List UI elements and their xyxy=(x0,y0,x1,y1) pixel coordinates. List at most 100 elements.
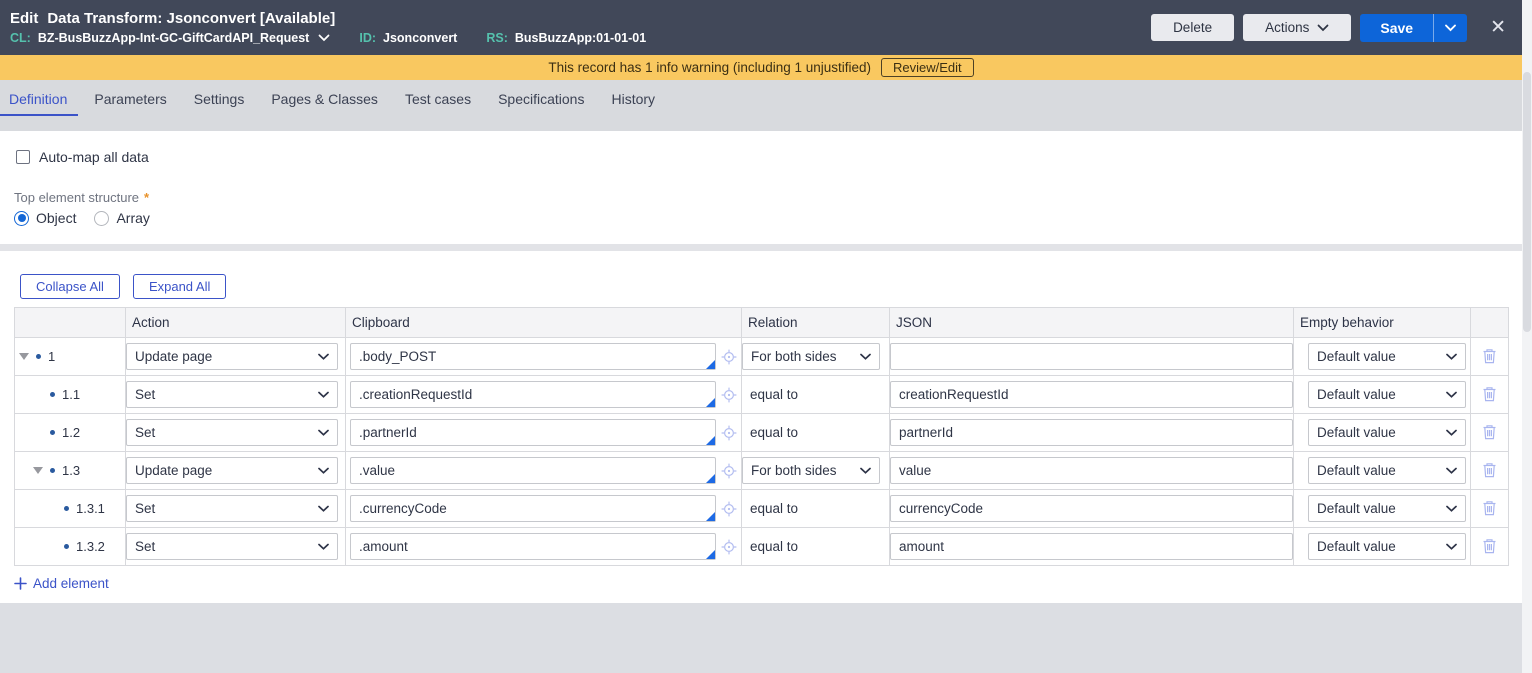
empty-behavior-select[interactable]: Default value xyxy=(1308,381,1466,408)
target-icon[interactable] xyxy=(720,500,738,518)
radio-option-array[interactable]: Array xyxy=(94,210,150,226)
target-icon[interactable] xyxy=(720,462,738,480)
action-select-wrap: Set xyxy=(126,495,338,522)
expander-triangle-icon[interactable] xyxy=(33,467,43,474)
relation-select[interactable]: For both sides xyxy=(742,343,880,370)
bullet-icon xyxy=(50,392,55,397)
json-cell xyxy=(889,489,1294,528)
empty-behavior-select[interactable]: Default value xyxy=(1308,533,1466,560)
delete-row-button[interactable] xyxy=(1479,345,1500,367)
row-number: 1 xyxy=(48,349,56,364)
json-input[interactable] xyxy=(890,495,1293,522)
delete-row-button[interactable] xyxy=(1479,535,1500,557)
clipboard-input-wrap xyxy=(350,457,716,484)
relation-select[interactable]: For both sides xyxy=(742,457,880,484)
clipboard-input[interactable] xyxy=(350,495,716,522)
json-input[interactable] xyxy=(890,533,1293,560)
action-select[interactable]: Update page xyxy=(126,343,338,370)
tab-history[interactable]: History xyxy=(610,89,656,116)
vertical-scrollbar[interactable] xyxy=(1522,0,1532,673)
tree-cell: 1.3.2 xyxy=(14,527,126,566)
tab-settings[interactable]: Settings xyxy=(193,89,246,116)
action-select[interactable]: Update page xyxy=(126,457,338,484)
save-split-button: Save xyxy=(1360,13,1468,42)
expand-all-button[interactable]: Expand All xyxy=(132,274,227,299)
delete-row-button[interactable] xyxy=(1479,383,1500,405)
target-icon[interactable] xyxy=(720,424,738,442)
clipboard-input[interactable] xyxy=(350,381,716,408)
clipboard-cell xyxy=(345,489,742,528)
header-bar: Edit Data Transform: Jsonconvert [Availa… xyxy=(0,0,1522,55)
required-asterisk-icon: * xyxy=(144,190,150,205)
tab-parameters[interactable]: Parameters xyxy=(93,89,167,116)
radio-object-icon[interactable] xyxy=(14,210,29,226)
action-select[interactable]: Set xyxy=(126,533,338,560)
tab-test-cases[interactable]: Test cases xyxy=(404,89,472,116)
id-label: ID: xyxy=(359,31,377,45)
tree-wrap: 1.3 xyxy=(15,463,125,478)
tabs: Definition Parameters Settings Pages & Clas… xyxy=(0,80,1522,116)
expander-triangle-icon[interactable] xyxy=(19,353,29,360)
target-icon[interactable] xyxy=(720,538,738,556)
delete-row-button[interactable] xyxy=(1479,459,1500,481)
tab-specifications[interactable]: Specifications xyxy=(497,89,585,116)
target-icon[interactable] xyxy=(720,348,738,366)
json-cell xyxy=(889,527,1294,566)
tab-definition[interactable]: Definition xyxy=(0,89,79,116)
clipboard-cell xyxy=(345,413,742,452)
close-icon[interactable]: ✕ xyxy=(1486,16,1510,39)
warning-banner: This record has 1 info warning (includin… xyxy=(0,55,1522,80)
empty-behavior-select[interactable]: Default value xyxy=(1308,495,1466,522)
clipboard-input[interactable] xyxy=(350,457,716,484)
json-cell xyxy=(889,451,1294,490)
radio-object-label: Object xyxy=(36,210,77,226)
empty-behavior-select[interactable]: Default value xyxy=(1308,419,1466,446)
relation-select-wrap: For both sides xyxy=(742,343,880,370)
action-cell: Update page xyxy=(125,451,346,490)
row-number: 1.3.2 xyxy=(76,539,105,554)
save-options-button[interactable] xyxy=(1433,13,1467,42)
clipboard-field-group xyxy=(346,533,741,560)
tree-wrap: 1.1 xyxy=(15,387,125,402)
radio-array-label: Array xyxy=(116,210,150,226)
review-edit-button[interactable]: Review/Edit xyxy=(881,58,974,77)
empty-behavior-select[interactable]: Default value xyxy=(1308,457,1466,484)
clipboard-input[interactable] xyxy=(350,533,716,560)
clipboard-input[interactable] xyxy=(350,343,716,370)
delete-row-cell xyxy=(1470,375,1509,414)
save-button[interactable]: Save xyxy=(1360,14,1433,42)
radio-array-icon[interactable] xyxy=(94,210,110,226)
action-select[interactable]: Set xyxy=(126,419,338,446)
clipboard-field-group xyxy=(346,419,741,446)
empty-behavior-select[interactable]: Default value xyxy=(1308,343,1466,370)
action-select[interactable]: Set xyxy=(126,495,338,522)
definition-panel: Auto-map all data Top element structure … xyxy=(0,131,1522,603)
collapse-all-button[interactable]: Collapse All xyxy=(20,274,120,299)
automap-checkbox[interactable] xyxy=(16,150,30,164)
action-select[interactable]: Set xyxy=(126,381,338,408)
action-select-wrap: Set xyxy=(126,381,338,408)
delete-row-button[interactable] xyxy=(1479,421,1500,443)
empty-behavior-cell: Default value xyxy=(1293,375,1471,414)
radio-option-object[interactable]: Object xyxy=(14,210,76,226)
clipboard-cell xyxy=(345,527,742,566)
scrollbar-thumb[interactable] xyxy=(1523,72,1531,332)
tab-pages-classes[interactable]: Pages & Classes xyxy=(270,89,379,116)
delete-row-cell xyxy=(1470,451,1509,490)
json-input[interactable] xyxy=(890,343,1293,370)
bullet-icon xyxy=(64,544,69,549)
row-number: 1.3.1 xyxy=(76,501,105,516)
clipboard-input[interactable] xyxy=(350,419,716,446)
clipboard-field-group xyxy=(346,381,741,408)
json-input[interactable] xyxy=(890,381,1293,408)
delete-button[interactable]: Delete xyxy=(1151,14,1235,41)
chevron-down-icon[interactable] xyxy=(318,34,330,42)
json-input[interactable] xyxy=(890,457,1293,484)
delete-row-button[interactable] xyxy=(1479,497,1500,519)
json-input[interactable] xyxy=(890,419,1293,446)
trash-icon xyxy=(1483,387,1496,402)
target-icon[interactable] xyxy=(720,386,738,404)
actions-button[interactable]: Actions xyxy=(1243,14,1352,41)
add-element-link[interactable]: Add element xyxy=(14,576,109,591)
action-select-wrap: Set xyxy=(126,533,338,560)
